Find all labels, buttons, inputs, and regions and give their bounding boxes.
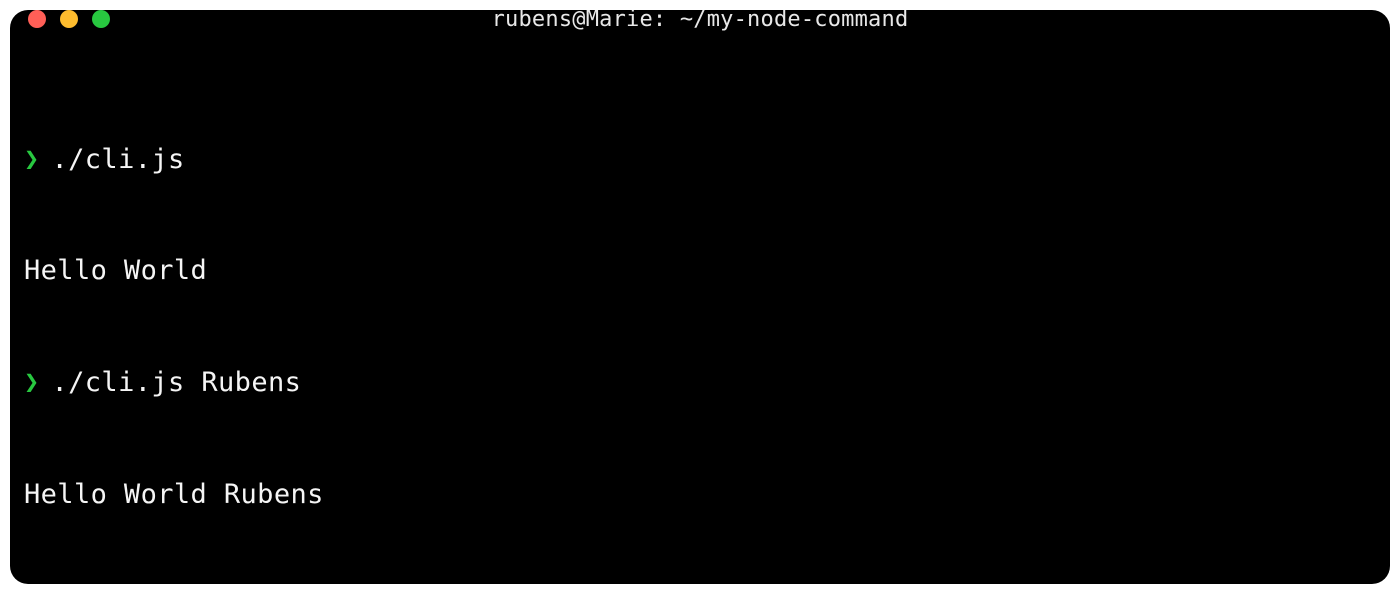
command-text: ./cli.js xyxy=(51,141,184,178)
traffic-lights xyxy=(28,10,110,28)
command-line: ❯ ./cli.js Rubens xyxy=(24,364,1376,401)
terminal-window: rubens@Marie: ~/my-node-command ❯ ./cli.… xyxy=(10,10,1390,584)
title-bar: rubens@Marie: ~/my-node-command xyxy=(10,10,1390,28)
output-line: Hello World Rubens xyxy=(24,476,1376,513)
minimize-icon[interactable] xyxy=(60,10,78,28)
output-text: Hello World xyxy=(24,252,207,289)
close-icon[interactable] xyxy=(28,10,46,28)
maximize-icon[interactable] xyxy=(92,10,110,28)
prompt-chevron-icon: ❯ xyxy=(24,142,39,177)
window-title: rubens@Marie: ~/my-node-command xyxy=(492,10,909,32)
terminal-body[interactable]: ❯ ./cli.js Hello World ❯ ./cli.js Rubens… xyxy=(10,28,1390,584)
command-text: ./cli.js Rubens xyxy=(51,364,301,401)
output-line: Hello World xyxy=(24,252,1376,289)
prompt-chevron-icon: ❯ xyxy=(24,365,39,400)
output-text: Hello World Rubens xyxy=(24,476,324,513)
command-line: ❯ ./cli.js xyxy=(24,141,1376,178)
